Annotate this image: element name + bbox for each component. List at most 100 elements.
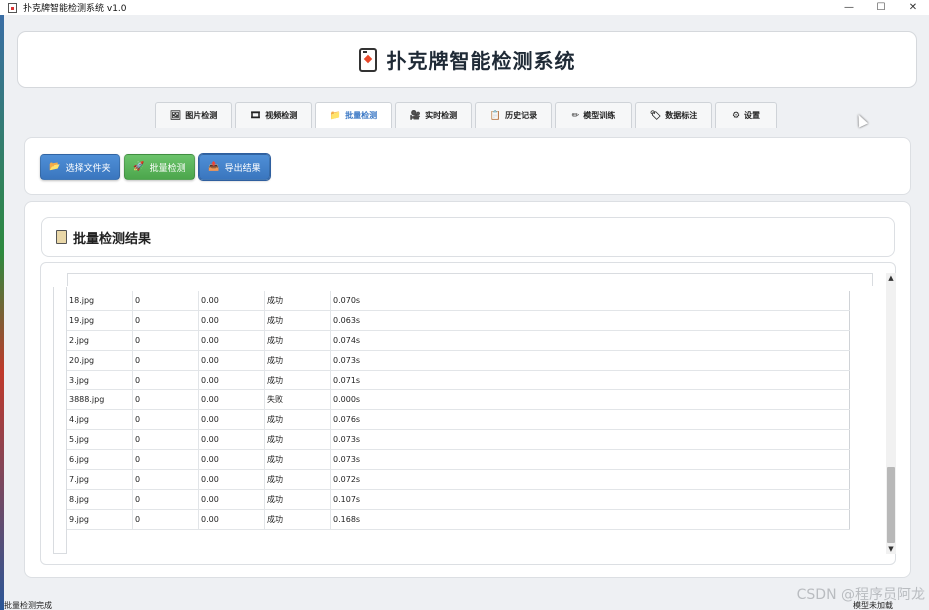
time-cell: 0.073s: [331, 430, 850, 450]
tab-label: 模型训练: [583, 111, 616, 120]
filename-cell: 20.jpg: [67, 350, 133, 370]
table-header: [67, 273, 873, 286]
time-cell: 0.071s: [331, 370, 850, 390]
tab-video-detect[interactable]: 🎞 视频检测: [235, 102, 312, 128]
tab-batch-detect[interactable]: 📁 批量检测: [315, 102, 392, 128]
minimize-button[interactable]: —: [833, 0, 865, 15]
playing-card-icon: [358, 47, 377, 72]
status-cell: 成功: [265, 430, 331, 450]
clipboard-icon: [56, 230, 67, 244]
table-row[interactable]: 6.jpg 0 0.00 成功 0.073s: [67, 450, 850, 471]
tab-bar: 🖼 图片检测 🎞 视频检测 📁 批量检测 🎥 实时检测 📋 历史记录 ✏ 模型训…: [155, 102, 777, 128]
table-row[interactable]: 3.jpg 0 0.00 成功 0.071s: [67, 370, 850, 391]
confidence-cell: 0.00: [199, 430, 265, 450]
confidence-cell: 0.00: [199, 489, 265, 509]
batch-detect-button[interactable]: 🚀 批量检测: [124, 154, 195, 180]
time-cell: 0.072s: [331, 470, 850, 489]
batch-detect-label: 批量检测: [149, 163, 186, 174]
count-cell: 0: [133, 390, 199, 410]
results-title: 批量检测结果: [73, 231, 152, 247]
time-cell: 0.070s: [331, 291, 850, 310]
status-cell: 成功: [265, 489, 331, 509]
confidence-cell: 0.00: [199, 509, 265, 529]
export-results-button[interactable]: 📤 导出结果: [198, 153, 271, 181]
window-title: 扑克牌智能检测系统 v1.0: [23, 4, 127, 14]
camera-icon: 🎥: [409, 110, 422, 121]
filename-cell: 8.jpg: [67, 489, 133, 509]
table-row[interactable]: 5.jpg 0 0.00 成功 0.073s: [67, 430, 850, 451]
tab-data-annotation[interactable]: 🏷 数据标注: [635, 102, 712, 128]
batch-toolbar: 📂 选择文件夹 🚀 批量检测 📤 导出结果: [24, 137, 911, 195]
tab-label: 视频检测: [265, 111, 298, 120]
time-cell: 0.000s: [331, 390, 850, 410]
vertical-scrollbar[interactable]: ▲ ▼: [886, 273, 896, 554]
filename-cell: 3888.jpg: [67, 390, 133, 410]
table-row[interactable]: 20.jpg 0 0.00 成功 0.073s: [67, 350, 850, 371]
confidence-cell: 0.00: [199, 390, 265, 410]
count-cell: 0: [133, 489, 199, 509]
time-cell: 0.074s: [331, 330, 850, 350]
tab-realtime-detect[interactable]: 🎥 实时检测: [395, 102, 472, 128]
status-cell: 成功: [265, 370, 331, 390]
tag-icon: 🏷: [649, 110, 662, 121]
tab-history[interactable]: 📋 历史记录: [475, 102, 552, 128]
table-row[interactable]: 2.jpg 0 0.00 成功 0.074s: [67, 330, 850, 351]
scroll-down-icon[interactable]: ▼: [886, 544, 896, 554]
count-cell: 0: [133, 310, 199, 330]
app-header: 扑克牌智能检测系统: [17, 31, 917, 88]
confidence-cell: 0.00: [199, 291, 265, 310]
table-row[interactable]: 9.jpg 0 0.00 成功 0.168s: [67, 509, 850, 530]
tab-settings[interactable]: ⚙ 设置: [715, 102, 777, 128]
window-controls: — ☐ ✕: [833, 0, 929, 15]
confidence-cell: 0.00: [199, 410, 265, 430]
tab-image-detect[interactable]: 🖼 图片检测: [155, 102, 232, 128]
time-cell: 0.063s: [331, 310, 850, 330]
tab-model-training[interactable]: ✏ 模型训练: [555, 102, 632, 128]
table-row[interactable]: 19.jpg 0 0.00 成功 0.063s: [67, 310, 850, 331]
filename-cell: 5.jpg: [67, 430, 133, 450]
filename-cell: 2.jpg: [67, 330, 133, 350]
film-icon: 🎞: [249, 110, 262, 121]
table-row[interactable]: 3888.jpg 0 0.00 失败 0.000s: [67, 390, 850, 411]
status-cell: 成功: [265, 410, 331, 430]
tab-label: 设置: [744, 111, 761, 120]
table-row[interactable]: 8.jpg 0 0.00 成功 0.107s: [67, 489, 850, 510]
results-panel: 批量检测结果 18.jpg 0 0.00 成功 0.070s 19.jpg 0 0.00 成功 0…: [24, 201, 911, 578]
folder-icon: 📂: [49, 162, 61, 172]
count-cell: 0: [133, 509, 199, 529]
image-icon: 🖼: [169, 110, 182, 121]
select-folder-button[interactable]: 📂 选择文件夹: [40, 154, 120, 180]
clipboard-icon: 📋: [489, 110, 502, 121]
table-body: 18.jpg 0 0.00 成功 0.070s 19.jpg 0 0.00 成功 0.063s 2.…: [67, 291, 850, 530]
app-title: 扑克牌智能检测系统: [386, 49, 576, 73]
pencil-icon: ✏: [571, 110, 580, 121]
table-row[interactable]: 4.jpg 0 0.00 成功 0.076s: [67, 410, 850, 431]
filename-cell: 4.jpg: [67, 410, 133, 430]
confidence-cell: 0.00: [199, 350, 265, 370]
scroll-up-icon[interactable]: ▲: [886, 273, 896, 283]
time-cell: 0.076s: [331, 410, 850, 430]
tab-label: 批量检测: [345, 111, 378, 120]
folder-icon: 📁: [329, 110, 342, 121]
filename-cell: 19.jpg: [67, 310, 133, 330]
scroll-thumb[interactable]: [887, 467, 895, 543]
table-row[interactable]: 7.jpg 0 0.00 成功 0.072s: [67, 470, 850, 490]
table-row[interactable]: 18.jpg 0 0.00 成功 0.070s: [67, 291, 850, 311]
filename-cell: 9.jpg: [67, 509, 133, 529]
status-cell: 成功: [265, 350, 331, 370]
time-cell: 0.073s: [331, 450, 850, 470]
app-icon: [8, 2, 17, 13]
confidence-cell: 0.00: [199, 370, 265, 390]
status-cell: 成功: [265, 470, 331, 489]
model-status: 模型未加载: [853, 601, 893, 610]
export-results-label: 导出结果: [224, 163, 261, 174]
gear-icon: ⚙: [731, 110, 741, 121]
close-button[interactable]: ✕: [897, 0, 929, 15]
tab-label: 历史记录: [505, 111, 538, 120]
select-folder-label: 选择文件夹: [65, 163, 111, 174]
status-cell: 成功: [265, 310, 331, 330]
count-cell: 0: [133, 291, 199, 310]
confidence-cell: 0.00: [199, 470, 265, 489]
confidence-cell: 0.00: [199, 450, 265, 470]
maximize-button[interactable]: ☐: [865, 0, 897, 15]
